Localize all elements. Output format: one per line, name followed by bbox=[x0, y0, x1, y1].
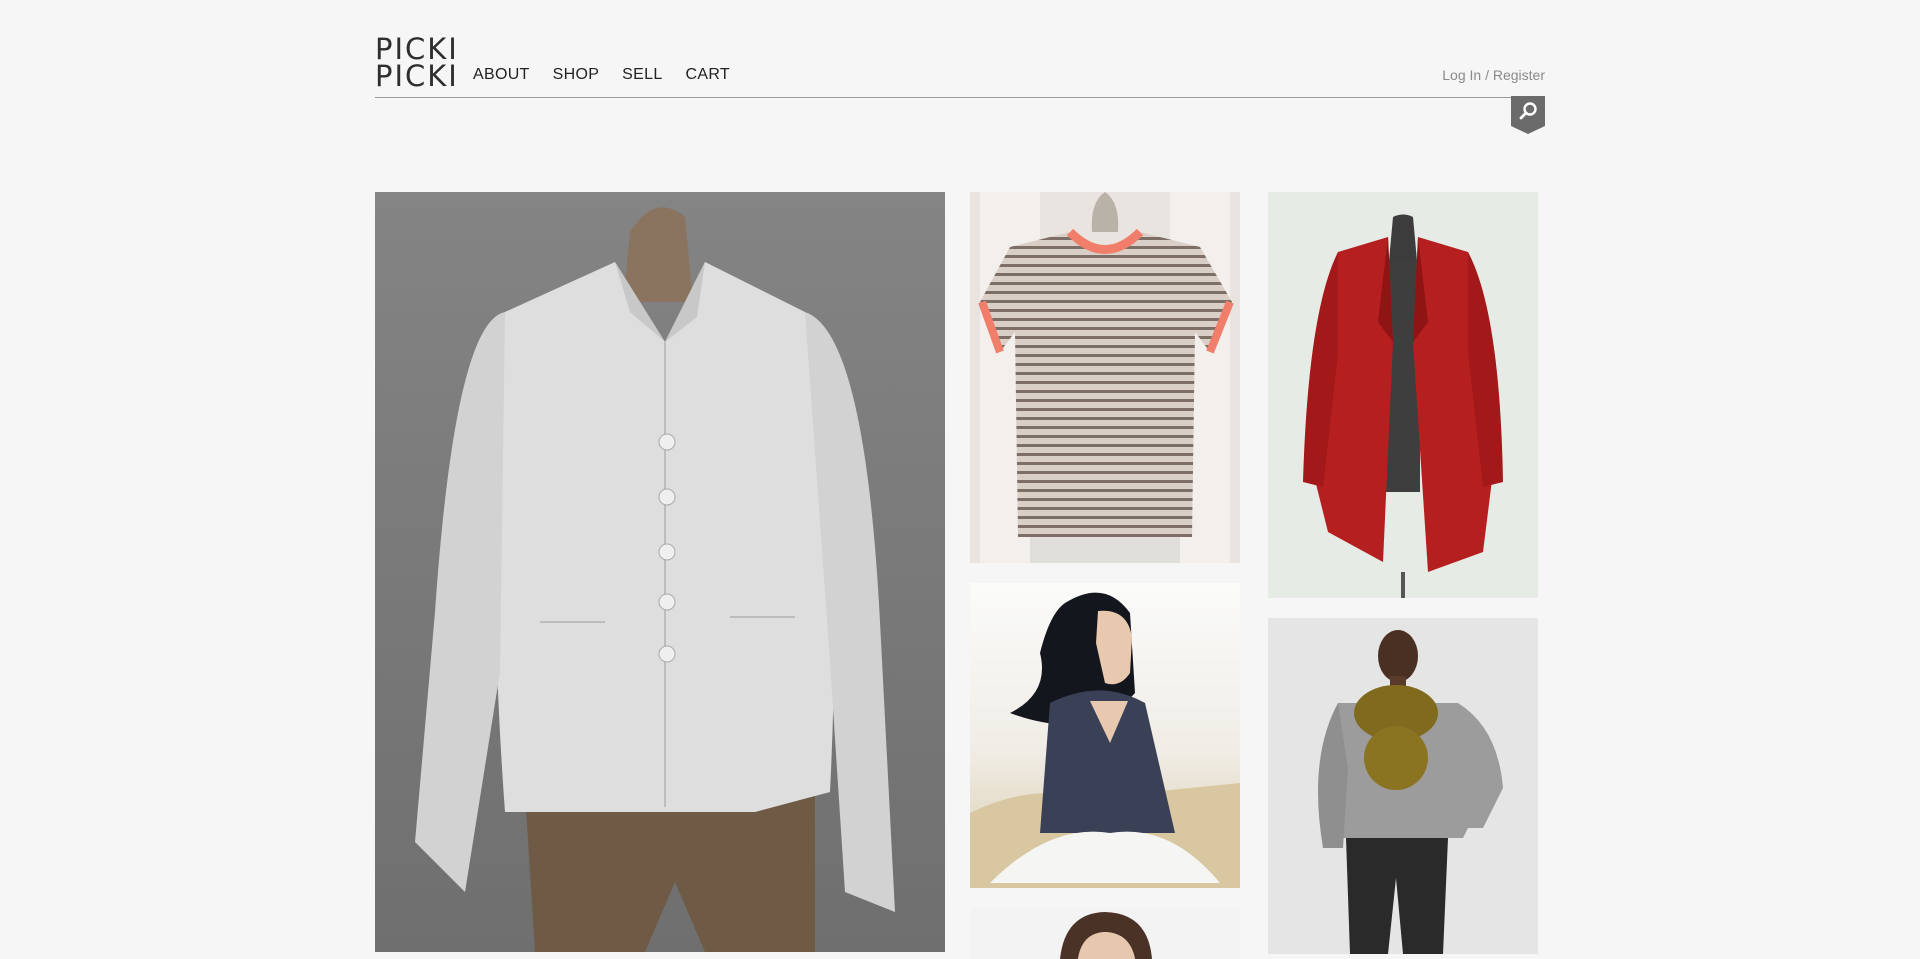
nav-cart[interactable]: CART bbox=[686, 66, 730, 84]
product-image bbox=[1268, 618, 1538, 954]
product-image bbox=[970, 908, 1240, 959]
product-image bbox=[375, 192, 945, 952]
product-tile-partial-portrait[interactable] bbox=[970, 908, 1240, 959]
nav-shop[interactable]: SHOP bbox=[553, 66, 600, 84]
main-nav: ABOUT SHOP SELL CART bbox=[473, 66, 753, 84]
product-tile-navy-v-neck-sweater[interactable] bbox=[970, 583, 1240, 888]
search-icon bbox=[1511, 96, 1545, 134]
site-logo[interactable]: PICKI PICKI bbox=[375, 35, 459, 93]
product-tile-red-open-cardigan[interactable] bbox=[1268, 192, 1538, 598]
nav-sell[interactable]: SELL bbox=[622, 66, 662, 84]
product-tile-grey-sweater-with-scarf[interactable] bbox=[1268, 618, 1538, 954]
product-tile-white-linen-jacket[interactable] bbox=[375, 192, 945, 952]
product-image bbox=[970, 192, 1240, 563]
product-tile-striped-tee[interactable] bbox=[970, 192, 1240, 563]
login-register-link[interactable]: Log In / Register bbox=[1442, 67, 1545, 83]
site-header: PICKI PICKI ABOUT SHOP SELL CART Log In … bbox=[375, 35, 1545, 98]
logo-line-2: PICKI bbox=[375, 59, 459, 93]
product-image bbox=[1268, 192, 1538, 598]
search-button[interactable] bbox=[1511, 96, 1545, 134]
nav-about[interactable]: ABOUT bbox=[473, 66, 530, 84]
product-image bbox=[970, 583, 1240, 888]
